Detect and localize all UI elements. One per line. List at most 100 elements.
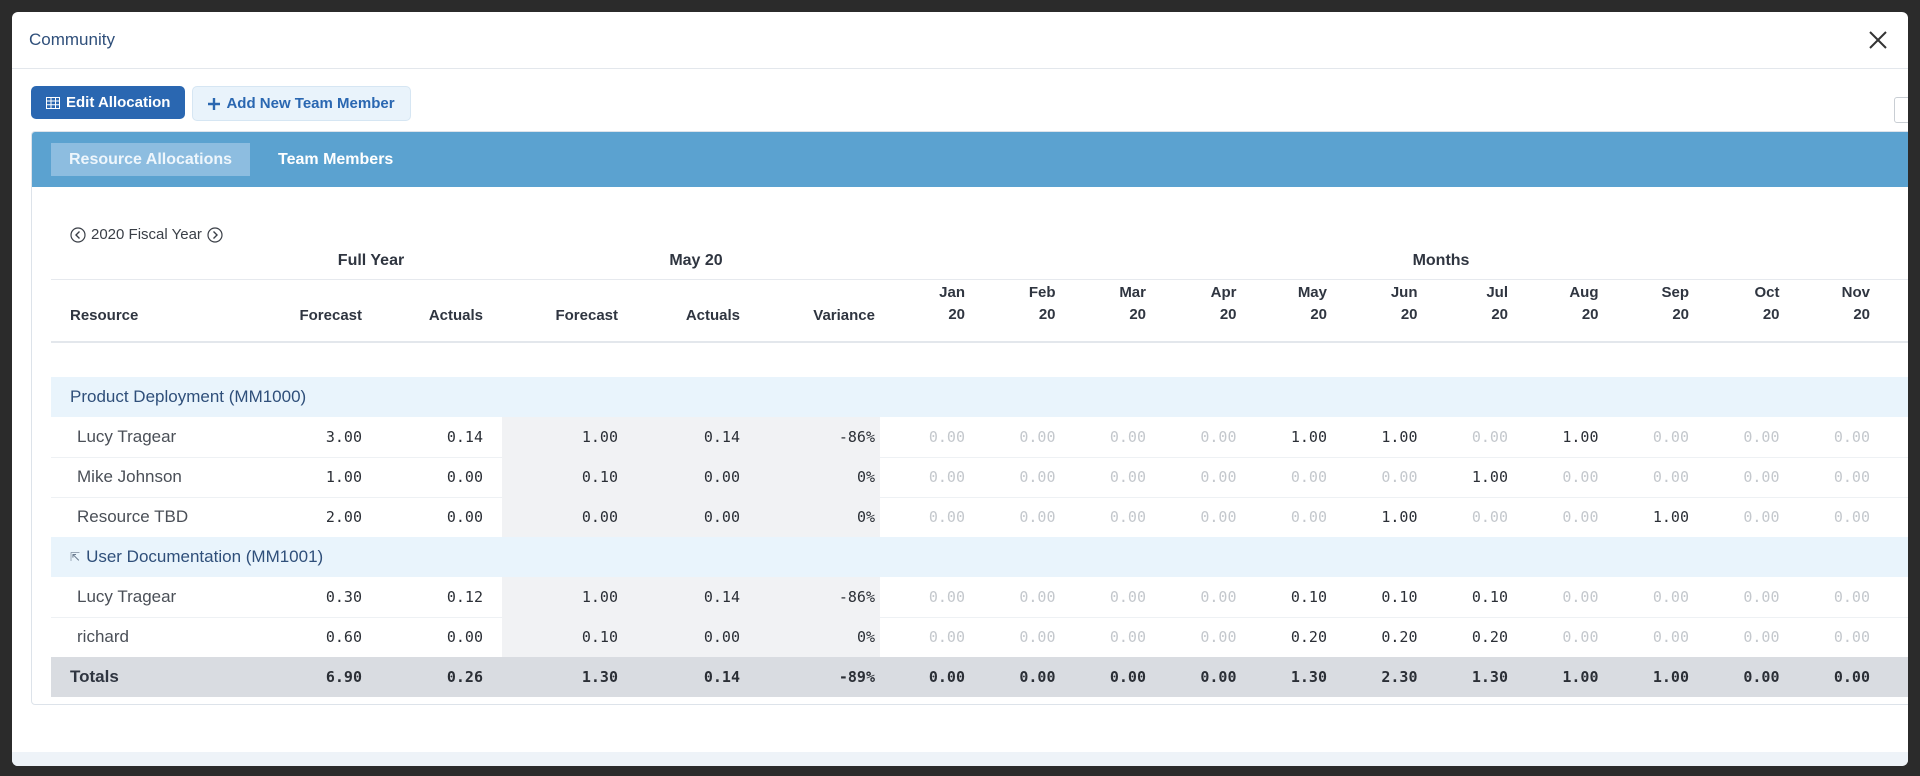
section-row[interactable]: Product Deployment (MM1000)	[51, 377, 1908, 417]
cell-variance: 0%	[856, 628, 875, 646]
cell-m-forecast: 0.00	[581, 508, 618, 526]
cell-month: 1.00	[1471, 468, 1508, 486]
cell-fy-actuals: 0.12	[446, 588, 483, 606]
cell-month: 1.30	[1290, 668, 1327, 686]
table-row[interactable]: 1.00 0.00 0.10 0.00 0% 0.00 0.00 0.00 0.00 0.00 0.…	[51, 457, 1908, 498]
cell-month: 0.00	[1833, 428, 1870, 446]
month-year: 20	[1038, 306, 1056, 323]
column-header-variance: Variance	[813, 307, 875, 324]
cell-month: 0.00	[928, 468, 965, 486]
edit-allocation-label: Edit Allocation	[66, 94, 171, 111]
cell-m-actuals: 0.00	[703, 628, 740, 646]
section-label[interactable]: Product Deployment (MM1000)	[70, 377, 306, 417]
cell-month: 0.00	[1562, 628, 1599, 646]
group-months: Months	[1412, 252, 1470, 269]
month-year: 20	[1581, 306, 1599, 323]
cell-month: 0.00	[1743, 668, 1780, 686]
month-name: Oct	[1754, 284, 1780, 301]
cell-month: 0.00	[1290, 508, 1327, 526]
cell-month: 0.00	[1652, 468, 1689, 486]
resource-name[interactable]: Lucy Tragear	[77, 577, 176, 617]
community-modal: Community Edit Allocation Add New Team M…	[12, 12, 1908, 766]
cell-month: 0.00	[1109, 668, 1146, 686]
tab-team-members[interactable]: Team Members	[260, 143, 411, 176]
cell-month: 0.00	[1562, 588, 1599, 606]
cell-m-actuals: 0.14	[703, 588, 740, 606]
fiscal-year-label: 2020 Fiscal Year	[91, 226, 202, 243]
cell-month: 0.00	[1109, 428, 1146, 446]
cell-month: 0.00	[928, 508, 965, 526]
month-year: 20	[1491, 306, 1508, 323]
cell-month: 1.00	[1652, 668, 1689, 686]
section-row[interactable]: ⇱ User Documentation (MM1001)	[51, 537, 1908, 577]
cell-month: 1.30	[1471, 668, 1508, 686]
cell-month: 0.10	[1381, 588, 1418, 606]
chevron-left-icon[interactable]	[70, 226, 86, 243]
cell-month: 0.00	[1109, 468, 1146, 486]
month-name: Nov	[1841, 284, 1870, 301]
resource-name[interactable]: richard	[77, 617, 129, 657]
month-name: Feb	[1028, 284, 1056, 301]
collapse-icon[interactable]: ⇱	[70, 537, 80, 577]
cell-fy-actuals: 0.00	[446, 628, 483, 646]
allocation-card: Resource Allocations Team Members 2020 F…	[31, 131, 1908, 705]
group-may-20: May 20	[669, 252, 723, 269]
month-year: 20	[1672, 306, 1689, 323]
refresh-icon[interactable]	[1894, 97, 1908, 123]
cell-month: 1.00	[1381, 428, 1418, 446]
cell-variance: 0%	[856, 508, 875, 526]
cell-month: 0.00	[1652, 588, 1689, 606]
resource-name[interactable]: Resource TBD	[77, 497, 188, 537]
cell-month: 0.20	[1381, 628, 1418, 646]
resource-name[interactable]: Mike Johnson	[77, 457, 182, 497]
column-header-month: Mar 20	[1086, 282, 1146, 326]
month-name: Jun	[1390, 284, 1418, 301]
add-team-member-button[interactable]: Add New Team Member	[192, 86, 411, 121]
section-name: User Documentation (MM1001)	[86, 547, 324, 566]
cell-month: 0.00	[1109, 628, 1146, 646]
month-year: 20	[1853, 306, 1870, 323]
cell-month: 0.00	[1471, 428, 1508, 446]
cell-fy-forecast: 1.00	[325, 468, 362, 486]
cell-m-actuals: 0.14	[703, 428, 740, 446]
fiscal-year-nav: 2020 Fiscal Year	[70, 226, 223, 243]
table-row[interactable]: 0.60 0.00 0.10 0.00 0% 0.00 0.00 0.00 0.00 0.20 0.…	[51, 617, 1908, 658]
month-name: Apr	[1210, 284, 1237, 301]
edit-allocation-button[interactable]: Edit Allocation	[31, 86, 186, 119]
cell-month: 0.00	[1833, 588, 1870, 606]
modal-title: Community	[29, 30, 115, 49]
table-row[interactable]: 3.00 0.14 1.00 0.14 -86% 0.00 0.00 0.00 0.00 1.00…	[51, 417, 1908, 458]
column-header-month: Jan 20	[905, 282, 965, 326]
table-row[interactable]: 2.00 0.00 0.00 0.00 0% 0.00 0.00 0.00 0.00 0.00 1.…	[51, 497, 1908, 538]
cell-fy-actuals: 0.00	[446, 468, 483, 486]
column-header-fy-actuals: Actuals	[428, 307, 483, 324]
cell-month: 0.00	[1200, 628, 1237, 646]
month-year: 20	[1400, 306, 1418, 323]
header-bottom-divider	[51, 341, 1908, 343]
resource-name[interactable]: Lucy Tragear	[77, 417, 176, 457]
close-icon[interactable]	[1866, 28, 1890, 52]
group-full-year: Full Year	[337, 252, 405, 269]
cell-month: 0.10	[1471, 588, 1508, 606]
cell-month: 0.00	[1200, 668, 1237, 686]
cell-month: 0.10	[1290, 588, 1327, 606]
totals-row: Totals 6.90 0.26 1.30 0.14 -89% 0.00 0.00 0.00 0.…	[51, 657, 1908, 697]
cell-m-forecast: 1.30	[581, 668, 618, 686]
cell-fy-forecast: 0.60	[325, 628, 362, 646]
column-header-resource: Resource	[70, 307, 139, 324]
cell-month: 0.00	[1833, 628, 1870, 646]
cell-month: 0.00	[928, 428, 965, 446]
cell-month: 0.00	[1743, 508, 1780, 526]
tab-resource-allocations[interactable]: Resource Allocations	[51, 143, 251, 176]
month-year: 20	[1219, 306, 1237, 323]
cell-month: 0.00	[1290, 468, 1327, 486]
chevron-right-icon[interactable]	[207, 226, 223, 243]
cell-month: 0.00	[1562, 508, 1599, 526]
month-name: Mar	[1119, 284, 1146, 301]
section-label[interactable]: ⇱ User Documentation (MM1001)	[70, 537, 323, 577]
table-row[interactable]: 0.30 0.12 1.00 0.14 -86% 0.00 0.00 0.00 0.00 0.10…	[51, 577, 1908, 618]
cell-month: 1.00	[1381, 508, 1418, 526]
cell-m-actuals: 0.14	[703, 668, 740, 686]
month-name: Jul	[1486, 284, 1508, 301]
cell-month: 0.00	[1833, 468, 1870, 486]
